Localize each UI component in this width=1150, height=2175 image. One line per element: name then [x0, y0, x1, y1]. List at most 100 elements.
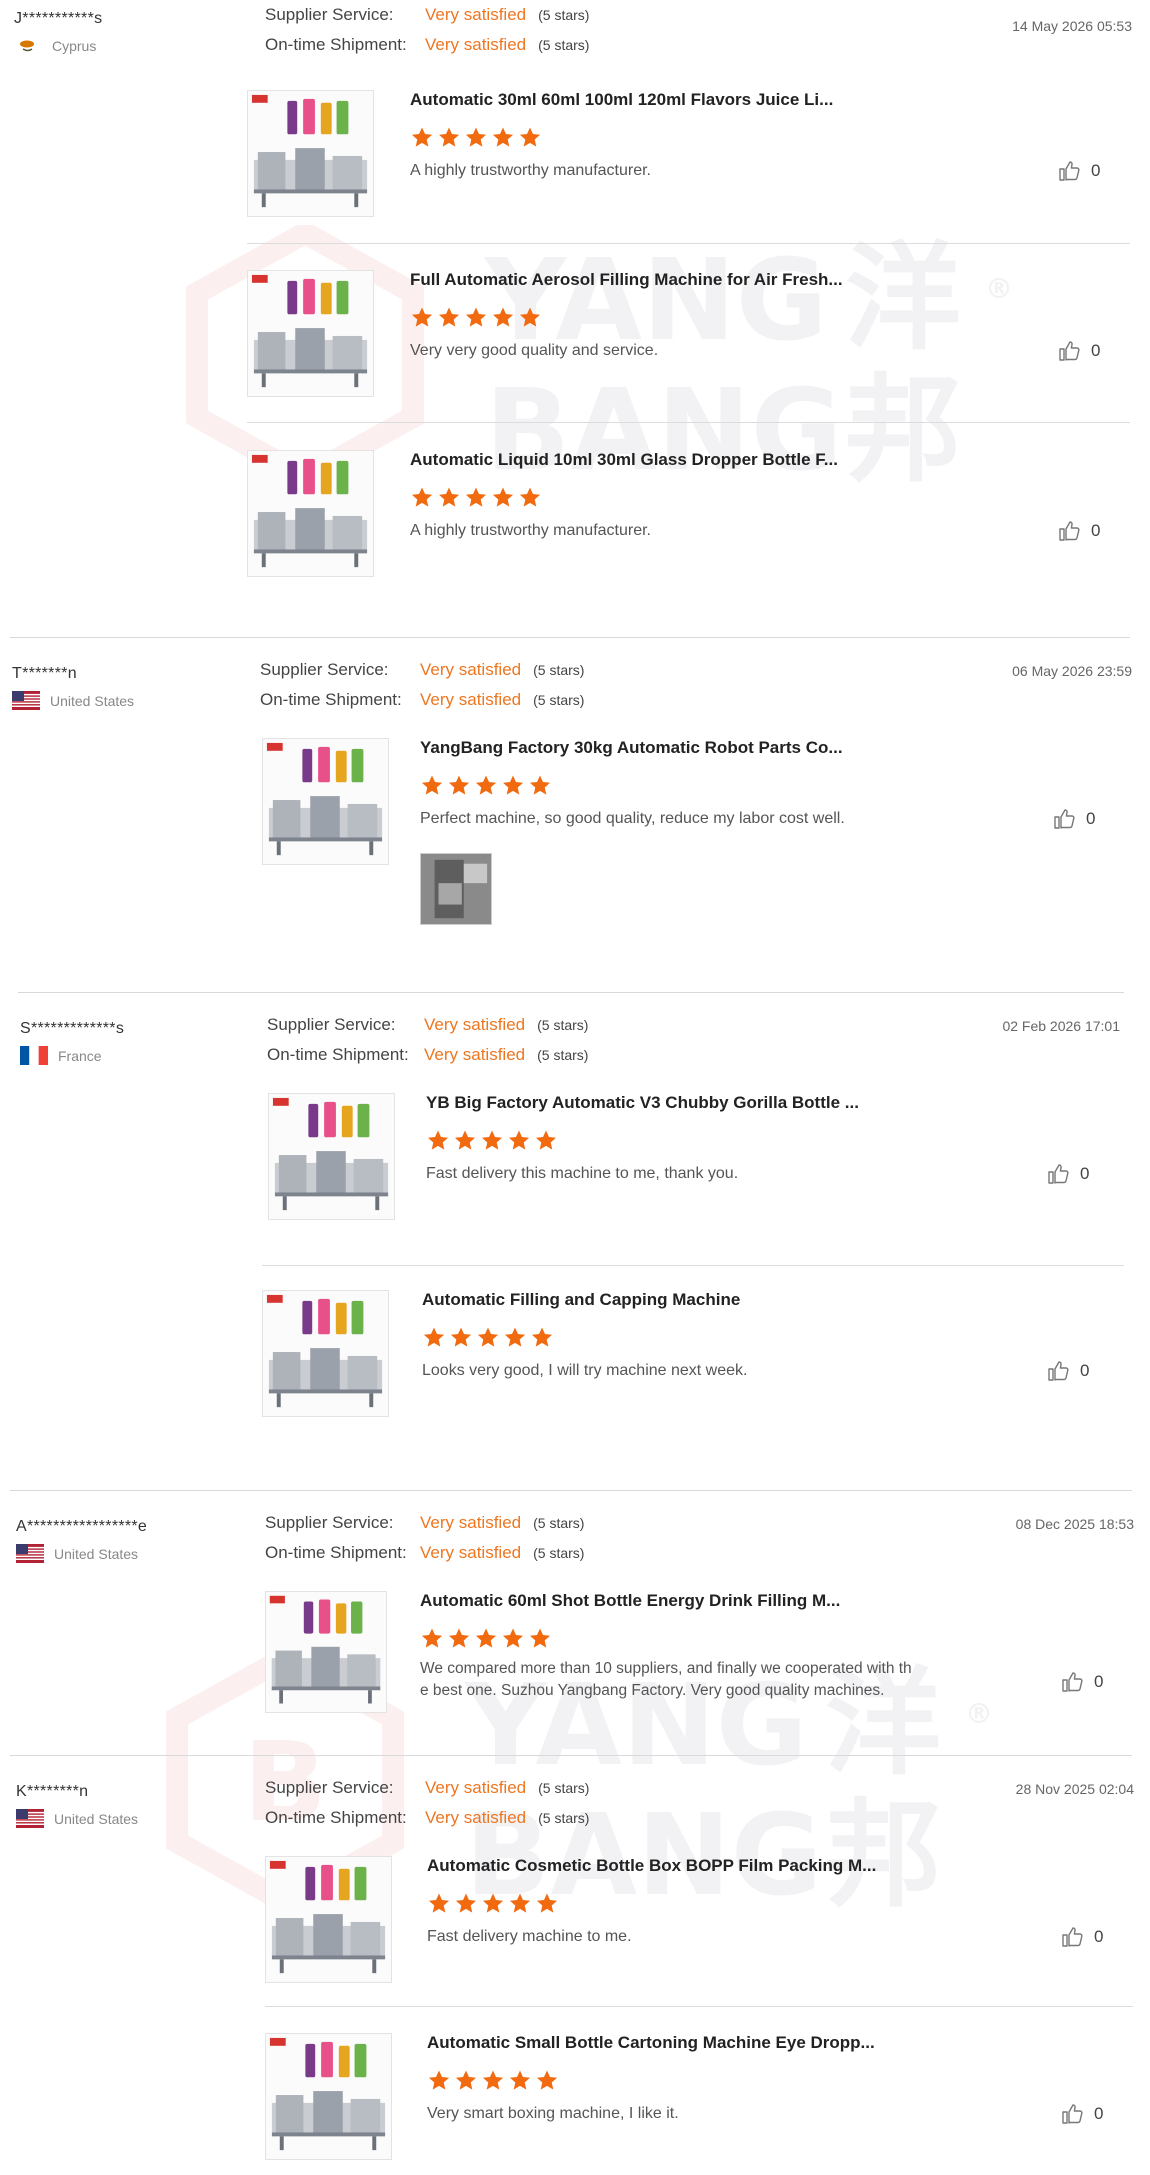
supplier-service-value: Very satisfied — [420, 1513, 522, 1532]
like-button[interactable]: 0 — [1046, 1162, 1089, 1186]
supplier-service-label: Supplier Service: — [260, 660, 389, 679]
supplier-service-label: Supplier Service: — [265, 1513, 394, 1532]
ontime-shipment-stars: (5 stars) — [533, 1545, 585, 1561]
star-icon — [437, 306, 461, 329]
product-title[interactable]: YangBang Factory 30kg Automatic Robot Pa… — [420, 738, 843, 758]
product-title[interactable]: Automatic Cosmetic Bottle Box BOPP Film … — [427, 1856, 876, 1876]
review-date: 02 Feb 2026 17:01 — [1002, 1018, 1120, 1034]
product-rating-stars — [420, 774, 552, 797]
ontime-shipment-value: Very satisfied — [420, 1543, 522, 1562]
star-icon — [491, 486, 515, 509]
like-button[interactable]: 0 — [1060, 1925, 1103, 1949]
supplier-service-stars: (5 stars) — [538, 1780, 590, 1796]
like-count: 0 — [1086, 809, 1096, 828]
supplier-service-label: Supplier Service: — [265, 5, 394, 24]
product-thumbnail[interactable] — [265, 1591, 387, 1713]
ontime-shipment-label: On-time Shipment: — [267, 1045, 409, 1064]
product-review: Automatic Liquid 10ml 30ml Glass Dropper… — [247, 450, 1132, 580]
product-title[interactable]: Automatic Small Bottle Cartoning Machine… — [427, 2033, 875, 2053]
supplier-service-value: Very satisfied — [425, 1778, 527, 1797]
reviewer-info: J***********s Cyprus — [14, 10, 102, 55]
product-thumbnail[interactable] — [262, 1290, 389, 1417]
usa-flag-icon — [12, 691, 40, 710]
product-title[interactable]: Automatic 60ml Shot Bottle Energy Drink … — [420, 1591, 840, 1611]
like-button[interactable]: 0 — [1060, 2102, 1103, 2126]
like-button[interactable]: 0 — [1057, 519, 1100, 543]
supplier-ratings: Supplier Service: Very satisfied (5 stars)… — [265, 5, 589, 65]
supplier-service-label: Supplier Service: — [265, 1778, 394, 1797]
star-icon — [491, 126, 515, 149]
star-icon — [422, 1326, 446, 1349]
item-divider — [247, 243, 1130, 244]
product-rating-stars — [427, 1892, 559, 1915]
supplier-ratings: Supplier Service: Very satisfied (5 stars)… — [260, 660, 584, 720]
star-icon — [491, 306, 515, 329]
review-photo[interactable] — [420, 853, 492, 925]
like-count: 0 — [1094, 2104, 1104, 2123]
usa-flag-icon — [16, 1809, 44, 1828]
product-thumbnail[interactable] — [268, 1093, 395, 1220]
like-button[interactable]: 0 — [1057, 159, 1100, 183]
supplier-service-label: Supplier Service: — [267, 1015, 396, 1034]
review-divider — [10, 637, 1130, 638]
like-button[interactable]: 0 — [1060, 1670, 1103, 1694]
product-rating-stars — [410, 486, 542, 509]
thumbs-up-icon — [1060, 1670, 1084, 1694]
supplier-ratings: Supplier Service: Very satisfied (5 stars)… — [265, 1778, 589, 1838]
product-thumbnail[interactable] — [247, 450, 374, 577]
product-rating-stars — [422, 1326, 554, 1349]
product-review: Automatic Small Bottle Cartoning Machine… — [265, 2033, 1133, 2163]
review-date: 28 Nov 2025 02:04 — [1015, 1781, 1134, 1797]
product-title[interactable]: Automatic Liquid 10ml 30ml Glass Dropper… — [410, 450, 838, 470]
review-comment: We compared more than 10 suppliers, and … — [420, 1660, 912, 1699]
product-thumbnail[interactable] — [247, 270, 374, 397]
like-button[interactable]: 0 — [1046, 1359, 1089, 1383]
star-icon — [464, 486, 488, 509]
review-card: S*************s France Supplier Service:… — [0, 1010, 1150, 1480]
star-icon — [507, 1129, 531, 1152]
like-button[interactable]: 0 — [1052, 807, 1095, 831]
star-icon — [518, 486, 542, 509]
ontime-shipment-stars: (5 stars) — [533, 692, 585, 708]
product-thumbnail[interactable] — [265, 1856, 392, 1983]
review-comment: A highly trustworthy manufacturer. — [410, 522, 651, 539]
review-comment: Very smart boxing machine, I like it. — [427, 2105, 679, 2122]
product-thumbnail[interactable] — [247, 90, 374, 217]
product-title[interactable]: Automatic Filling and Capping Machine — [422, 1290, 740, 1310]
thumbs-up-icon — [1060, 1925, 1084, 1949]
product-thumbnail[interactable] — [265, 2033, 392, 2160]
product-title[interactable]: Automatic 30ml 60ml 100ml 120ml Flavors … — [410, 90, 833, 110]
product-review: Automatic Filling and Capping Machine Lo… — [262, 1290, 1118, 1420]
like-count: 0 — [1091, 161, 1101, 180]
like-count: 0 — [1091, 521, 1101, 540]
star-icon — [518, 126, 542, 149]
review-divider — [18, 992, 1124, 993]
star-icon — [535, 1892, 559, 1915]
product-review: Automatic 60ml Shot Bottle Energy Drink … — [265, 1591, 1133, 1721]
like-count: 0 — [1094, 1672, 1104, 1691]
ontime-shipment-stars: (5 stars) — [537, 1047, 589, 1063]
supplier-service-stars: (5 stars) — [533, 662, 585, 678]
reviewer-name: K********n — [16, 1783, 89, 1800]
star-icon — [427, 1892, 451, 1915]
product-title[interactable]: Full Automatic Aerosol Filling Machine f… — [410, 270, 843, 290]
star-icon — [528, 1627, 552, 1650]
product-rating-stars — [410, 126, 542, 149]
supplier-service-stars: (5 stars) — [538, 7, 590, 23]
product-title[interactable]: YB Big Factory Automatic V3 Chubby Goril… — [426, 1093, 859, 1113]
thumbs-up-icon — [1057, 159, 1081, 183]
star-icon — [530, 1326, 554, 1349]
reviewer-country: United States — [16, 1544, 147, 1563]
like-button[interactable]: 0 — [1057, 339, 1100, 363]
star-icon — [420, 1627, 444, 1650]
review-comment: A highly trustworthy manufacturer. — [410, 162, 651, 179]
reviewer-country: United States — [16, 1809, 138, 1828]
thumbs-up-icon — [1057, 339, 1081, 363]
like-count: 0 — [1080, 1361, 1090, 1380]
star-icon — [426, 1129, 450, 1152]
product-thumbnail[interactable] — [262, 738, 389, 865]
star-icon — [508, 2069, 532, 2092]
star-icon — [501, 774, 525, 797]
review-date: 06 May 2026 23:59 — [1012, 663, 1132, 679]
thumbs-up-icon — [1046, 1359, 1070, 1383]
